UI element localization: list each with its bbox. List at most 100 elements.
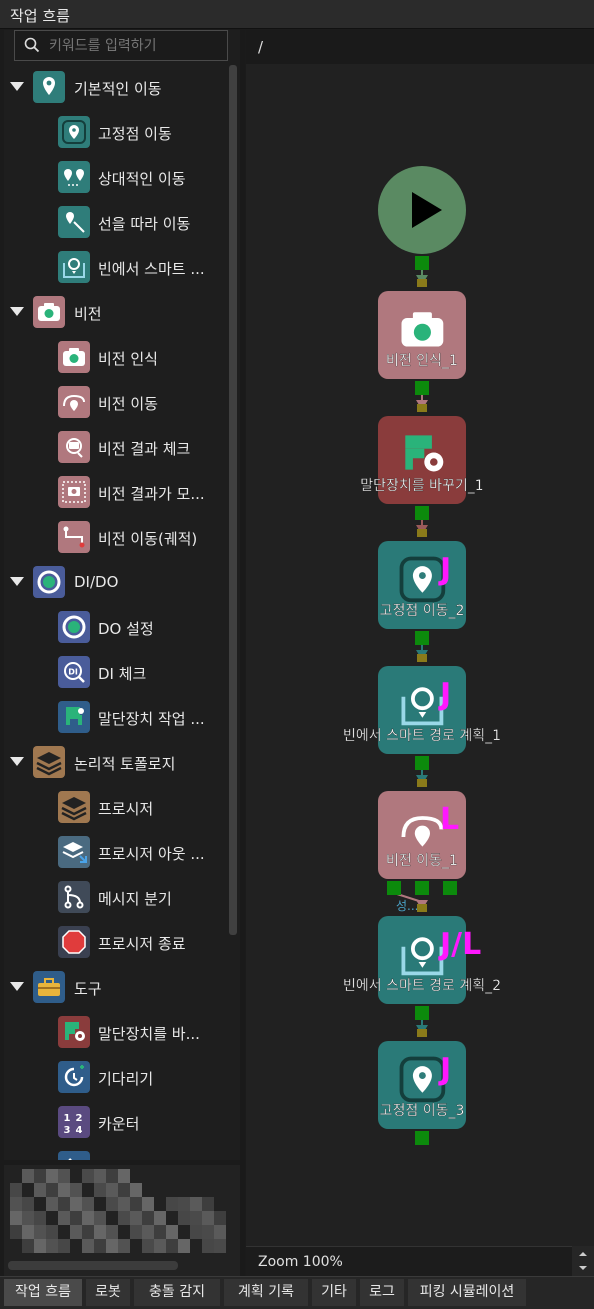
tree-item[interactable]: 말단장치를 바... [4,1013,230,1053]
minimap-block [202,1211,214,1225]
flow-graph[interactable]: 성... 비전 인식_1 말단장치를 바꾸기_1 J 고정점 이동_2 J 빈에서 스마트 … [246,64,594,1246]
bottom-tab[interactable]: 기타 [312,1279,356,1306]
minimap-block [142,1225,154,1239]
minimap-block [34,1169,46,1183]
minimap-block [94,1225,106,1239]
start-node[interactable] [378,166,466,270]
input-port[interactable] [417,779,427,787]
input-port[interactable] [417,654,427,662]
search-input[interactable] [47,35,221,57]
tree-label: 프로시저 종료 [98,935,186,953]
minimap-block [154,1239,166,1253]
minimap-block [178,1211,190,1225]
bottom-tab[interactable]: 피킹 시뮬레이션 [408,1279,526,1306]
tree-item[interactable]: 상대적인 이동 [4,158,230,198]
tree-item[interactable]: 빈에서 스마트 ... [4,248,230,288]
tree-category[interactable]: DI/DO [4,563,230,603]
input-port[interactable] [417,404,427,412]
input-port[interactable] [417,529,427,537]
bottom-tab[interactable]: 로봇 [86,1279,130,1306]
tree-item[interactable]: 기다리기 [4,1058,230,1098]
spin-arrows-icon[interactable] [572,1246,594,1276]
caret-down-icon[interactable] [10,982,24,991]
output-port[interactable] [387,881,401,895]
tree-item[interactable]: 메시지 분기 [4,878,230,918]
tree-scrollbar[interactable] [229,65,237,935]
panel-title: 작업 흐름 [10,7,70,25]
minimap-block [106,1197,118,1211]
tree-item[interactable]: 프로시저 [4,788,230,828]
tree-category[interactable]: 비전 [4,293,230,333]
tree-item[interactable]: 비전 이동(궤적) [4,518,230,558]
input-port[interactable] [417,904,427,912]
caret-down-icon[interactable] [10,757,24,766]
tree-item[interactable]: 되... [4,1148,230,1160]
tree-item[interactable]: 비전 이동 [4,383,230,423]
flow-step-node[interactable]: 비전 인식_1 [378,279,466,395]
tree-label: 선을 따라 이동 [98,215,191,233]
tree-item[interactable]: 프로시저 종료 [4,923,230,963]
tree-category[interactable]: 도구 [4,968,230,1008]
splitter[interactable] [240,30,484,1276]
branch-icon [58,881,90,913]
tree-item[interactable]: DO 설정 [4,608,230,648]
wait-clock-icon [58,1061,90,1093]
minimap-scrollbar[interactable] [8,1261,178,1270]
flow-step-node[interactable]: J/L 빈에서 스마트 경로 계획_2 [343,904,501,1020]
flow-canvas[interactable]: 성... 비전 인식_1 말단장치를 바꾸기_1 J 고정점 이동_2 J 빈에서 스마트 … [246,64,594,1246]
minimap[interactable] [4,1165,240,1277]
input-port[interactable] [417,1029,427,1037]
output-port[interactable] [415,256,429,270]
relative-move-icon [58,161,90,193]
flow-step-node[interactable]: J 빈에서 스마트 경로 계획_1 [343,654,501,770]
output-port[interactable] [415,381,429,395]
minimap-block [34,1211,46,1225]
search-box[interactable] [14,30,228,61]
output-port[interactable] [415,506,429,520]
flow-step-node[interactable]: J 고정점 이동_3 [378,1029,466,1145]
tree-label: 비전 [74,305,102,323]
caret-down-icon[interactable] [10,577,24,586]
minimap-block [10,1183,22,1197]
minimap-block [70,1225,82,1239]
tree-category[interactable]: 논리적 토폴로지 [4,743,230,783]
output-port[interactable] [415,631,429,645]
do-circle-icon [33,566,65,598]
tree-item[interactable]: 비전 인식 [4,338,230,378]
bottom-tab[interactable]: 충돌 감지 [134,1279,220,1306]
caret-down-icon[interactable] [10,307,24,316]
caret-down-icon[interactable] [10,82,24,91]
minimap-block [190,1197,202,1211]
layers-icon [33,746,65,778]
tree-item[interactable]: 프로시저 아웃 ... [4,833,230,873]
minimap-block [58,1169,70,1183]
minimap-block [154,1225,166,1239]
tree-item[interactable]: 비전 결과 체크 [4,428,230,468]
flow-step-node[interactable]: J 고정점 이동_2 [378,529,466,645]
zoom-spinner[interactable] [572,1246,594,1276]
bottom-tab[interactable]: 작업 흐름 [4,1279,82,1306]
tree-item[interactable]: DI DI 체크 [4,653,230,693]
tree-category[interactable]: 기본적인 이동 [4,68,230,108]
flow-step-node[interactable]: 말단장치를 바꾸기_1 [360,404,484,520]
tree-item[interactable]: 1 2 3 4 카운터 [4,1103,230,1143]
flow-step-node[interactable]: L 비전 이동_1 [378,779,466,895]
breadcrumb: / [246,30,594,65]
minimap-block [34,1225,46,1239]
output-port[interactable] [415,756,429,770]
tree-item[interactable]: 선을 따라 이동 [4,203,230,243]
tree-item[interactable]: 고정점 이동 [4,113,230,153]
tree-item[interactable]: 말단장치 작업 ... [4,698,230,738]
bottom-tab[interactable]: 로그 [360,1279,404,1306]
tree-label: 비전 이동 [98,395,158,413]
input-port[interactable] [417,279,427,287]
output-port[interactable] [415,1131,429,1145]
output-port[interactable] [415,881,429,895]
output-port[interactable] [415,1006,429,1020]
output-port[interactable] [443,881,457,895]
minimap-block [58,1183,70,1197]
tree-item[interactable]: 비전 결과가 모... [4,473,230,513]
motion-type-badge: J [438,1052,451,1087]
bottom-tab[interactable]: 계획 기록 [224,1279,308,1306]
bin-smart-path-icon [58,251,90,283]
